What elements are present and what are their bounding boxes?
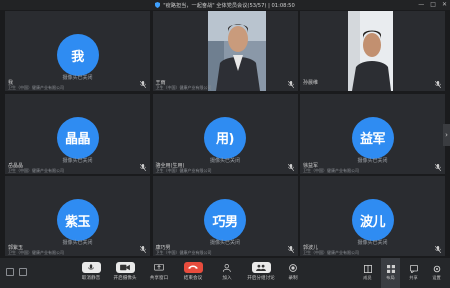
share-screen-icon xyxy=(150,262,169,273)
record-button[interactable]: 录制 xyxy=(276,262,310,281)
window-controls: — □ ✕ xyxy=(418,0,447,10)
settings-label: 设置 xyxy=(432,275,441,280)
end-meeting-label: 结束会议 xyxy=(183,276,203,281)
settings-button[interactable]: 设置 xyxy=(427,258,446,288)
video-frame-image xyxy=(207,11,266,91)
start-camera-button[interactable]: 开启摄像头 xyxy=(108,262,142,281)
video-feed xyxy=(348,11,393,91)
chat-button[interactable]: 共享 xyxy=(404,258,423,288)
participant-tile[interactable]: 用) 摄像头已关闭 骆全用(生用) 卫生（中国）健康产业有限公司 xyxy=(152,93,298,174)
record-label: 录制 xyxy=(288,276,298,281)
chat-label: 共享 xyxy=(409,275,418,280)
avatar: 巧男 xyxy=(204,199,246,241)
mic-muted-icon xyxy=(140,246,146,253)
info-icon[interactable] xyxy=(6,268,14,276)
camera-icon xyxy=(115,262,135,273)
avatar: 紫玉 xyxy=(56,199,99,241)
minimize-icon[interactable]: — xyxy=(418,0,424,10)
gear-icon xyxy=(433,265,440,273)
participant-name: 孙晨维 xyxy=(303,80,319,86)
mic-icon xyxy=(81,262,101,273)
chat-icon xyxy=(409,265,418,273)
avatar: 我 xyxy=(56,34,99,76)
layout-button[interactable]: 布局 xyxy=(381,258,400,288)
participant-tile[interactable]: 巧男 摄像头已关闭 康巧男 卫生（中国）健康产业有限公司 xyxy=(152,176,298,256)
hang-up-icon xyxy=(183,262,203,273)
participant-org: 卫生（中国）健康产业有限公司 xyxy=(8,250,64,255)
video-feed xyxy=(207,11,266,91)
layout-label: 布局 xyxy=(386,275,395,280)
members-button[interactable]: 成员 xyxy=(358,258,377,288)
share-window-button[interactable]: 共享窗口 xyxy=(142,262,176,281)
mic-muted-icon xyxy=(287,246,294,253)
invite-button[interactable]: 加入 xyxy=(210,262,244,281)
participant-org: 卫生（中国）健康产业有限公司 xyxy=(303,250,359,255)
toolbar-left-icons xyxy=(6,268,27,276)
share-window-label: 共享窗口 xyxy=(149,276,169,281)
participant-tile[interactable]: 晶晶 摄像头已关闭 岳晶晶 卫生（中国）健康产业有限公司 xyxy=(5,93,150,174)
avatar: 用) xyxy=(204,116,246,159)
grid-layout-icon xyxy=(386,265,395,273)
video-frame-image xyxy=(348,11,393,91)
mic-muted-icon xyxy=(287,163,294,171)
unmute-button[interactable]: 取消静音 xyxy=(74,262,108,281)
invite-label: 加入 xyxy=(222,276,232,281)
participant-org: 卫生（中国）健康产业有限公司 xyxy=(155,167,212,173)
participant-tile[interactable]: 孙晨维 xyxy=(300,11,445,91)
next-page-arrow[interactable]: › xyxy=(443,124,450,146)
start-camera-label: 开启摄像头 xyxy=(113,276,137,281)
camera-off-label: 摄像头已关闭 xyxy=(209,240,240,246)
camera-off-label: 摄像头已关闭 xyxy=(357,240,388,246)
unmute-label: 取消静音 xyxy=(81,276,101,281)
meeting-toolbar: 取消静音 开启摄像头 共享窗口 结束会议 加入 开启分组讨论 录制 成员 布局 … xyxy=(0,258,450,288)
participant-tile[interactable]: 波儿 摄像头已关闭 郭波儿 卫生（中国）健康产业有限公司 xyxy=(300,176,445,256)
mic-muted-icon xyxy=(435,246,441,253)
participant-org: 卫生（中国）健康产业有限公司 xyxy=(8,167,64,173)
avatar: 益军 xyxy=(351,116,394,159)
window-title: "疫路担当，一起奋战" 全体党员会议(53/57) | 01:08:50 xyxy=(163,2,295,9)
signal-icon[interactable] xyxy=(19,268,27,276)
title-center: "疫路担当，一起奋战" 全体党员会议(53/57) | 01:08:50 xyxy=(0,0,450,10)
mic-muted-icon xyxy=(140,163,146,171)
group-icon xyxy=(251,262,271,273)
participant-org: 卫生（中国）健康产业有限公司 xyxy=(155,250,212,255)
participant-tile[interactable]: 益军 摄像头已关闭 徐益军 卫生（中国）健康产业有限公司 xyxy=(300,93,445,174)
members-icon xyxy=(363,265,372,273)
breakout-button[interactable]: 开启分组讨论 xyxy=(244,262,278,281)
mic-muted-icon xyxy=(287,81,294,88)
camera-off-label: 摄像头已关闭 xyxy=(62,157,93,164)
close-icon[interactable]: ✕ xyxy=(442,0,447,10)
participant-grid: 我 摄像头已关闭 我 卫生（中国）健康产业有限公司 王雨 卫生（中国）健康产业有… xyxy=(5,11,445,256)
camera-off-label: 摄像头已关闭 xyxy=(62,240,93,246)
mic-muted-icon xyxy=(435,81,441,88)
participant-org: 卫生（中国）健康产业有限公司 xyxy=(155,85,212,90)
title-bar: "疫路担当，一起奋战" 全体党员会议(53/57) | 01:08:50 — □… xyxy=(0,0,450,10)
shield-icon xyxy=(155,2,161,8)
maximize-icon[interactable]: □ xyxy=(430,0,436,10)
add-person-icon xyxy=(218,262,237,273)
participant-tile[interactable]: 我 摄像头已关闭 我 卫生（中国）健康产业有限公司 xyxy=(5,11,150,91)
side-controls: 成员 布局 共享 设置 xyxy=(358,258,446,288)
participant-org: 卫生（中国）健康产业有限公司 xyxy=(303,167,359,173)
avatar: 晶晶 xyxy=(56,116,99,159)
participant-tile[interactable]: 紫玉 摄像头已关闭 郭紫玉 卫生（中国）健康产业有限公司 xyxy=(5,176,150,256)
members-label: 成员 xyxy=(363,275,372,280)
breakout-label: 开启分组讨论 xyxy=(247,276,275,281)
avatar: 波儿 xyxy=(351,199,394,241)
participant-tile[interactable]: 王雨 卫生（中国）健康产业有限公司 xyxy=(152,11,298,91)
end-meeting-button[interactable]: 结束会议 xyxy=(176,262,210,281)
participant-org: 卫生（中国）健康产业有限公司 xyxy=(8,85,64,90)
mic-muted-icon xyxy=(140,81,146,88)
mic-muted-icon xyxy=(435,163,441,171)
record-icon xyxy=(284,262,303,273)
camera-off-label: 摄像头已关闭 xyxy=(62,75,93,81)
camera-off-label: 摄像头已关闭 xyxy=(357,157,388,164)
